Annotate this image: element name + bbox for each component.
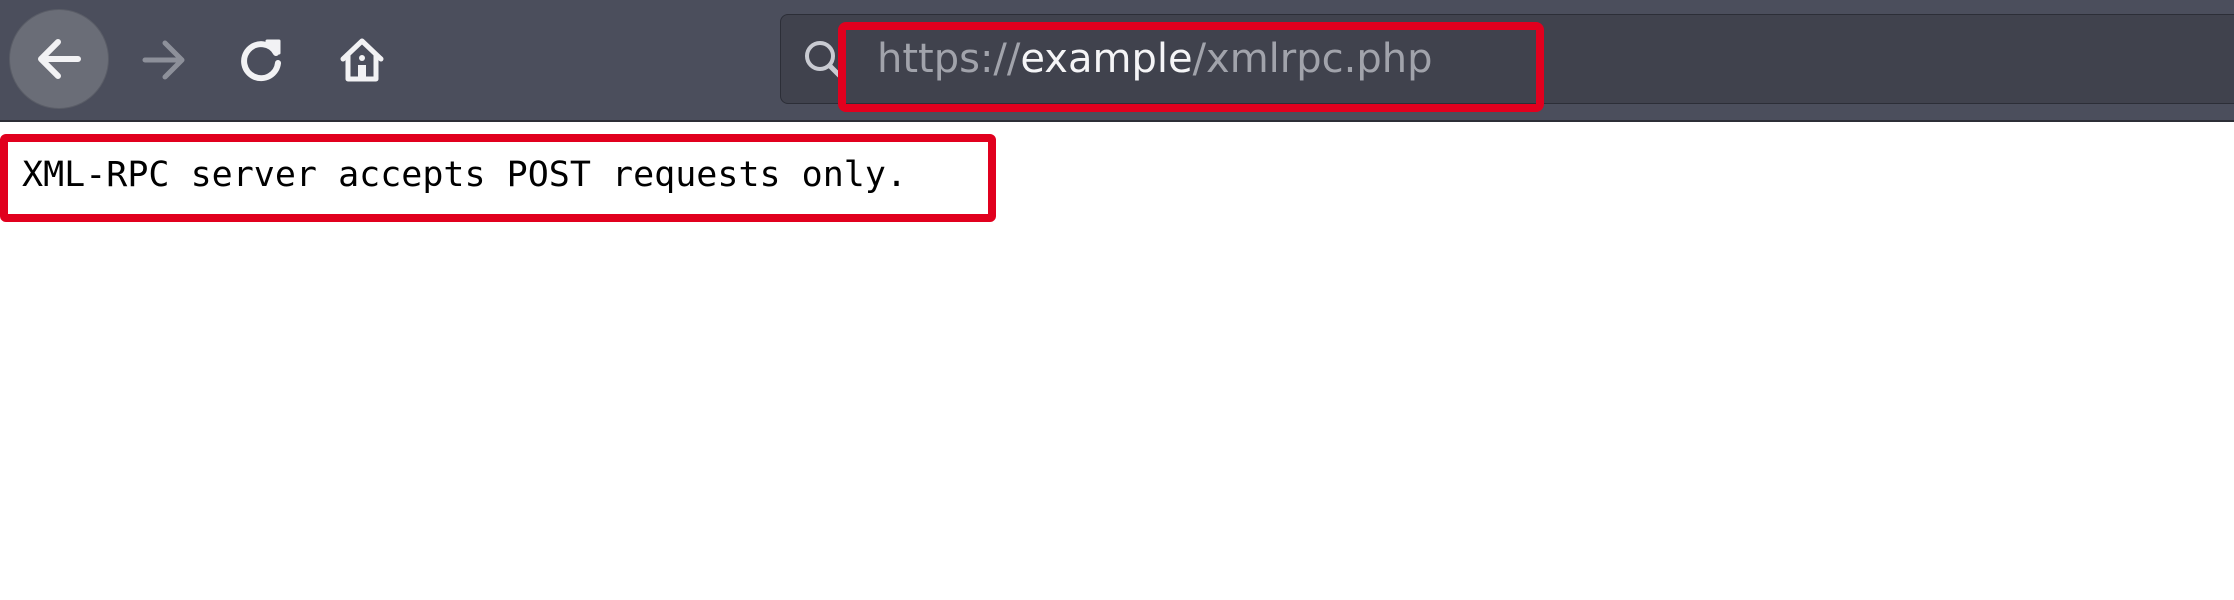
home-icon <box>340 38 384 82</box>
forward-arrow-icon <box>142 40 185 80</box>
forward-button[interactable] <box>134 30 194 90</box>
home-button[interactable] <box>332 30 392 90</box>
server-message: XML-RPC server accepts POST requests onl… <box>22 155 908 195</box>
page-content: XML-RPC server accepts POST requests onl… <box>0 124 2234 600</box>
back-button[interactable] <box>9 9 109 109</box>
browser-toolbar: https://example/xmlrpc.php <box>0 0 2234 122</box>
url-highlight-box <box>838 22 1544 112</box>
reload-icon <box>241 39 281 82</box>
back-arrow-icon <box>38 39 81 79</box>
reload-button[interactable] <box>232 30 292 90</box>
